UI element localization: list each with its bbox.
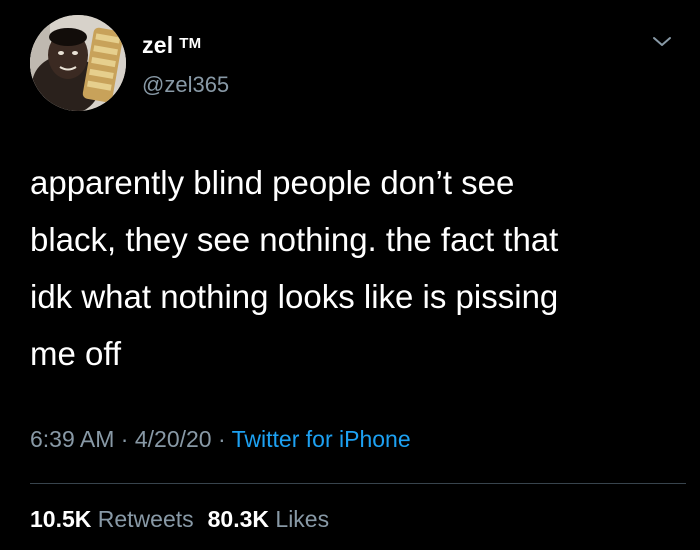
user-handle[interactable]: @zel365: [142, 72, 229, 98]
meta-separator: ·: [217, 426, 226, 452]
tweet-card: zel TM @zel365 apparently blind people do…: [0, 0, 700, 550]
meta-separator: ·: [120, 426, 129, 452]
likes-stat[interactable]: 80.3K Likes: [208, 506, 329, 532]
avatar[interactable]: [30, 15, 126, 111]
retweets-count: 10.5K: [30, 506, 92, 532]
tweet-text: apparently blind people don’t see black, …: [30, 154, 680, 382]
avatar-image: [30, 15, 126, 111]
tweet-date[interactable]: 4/20/20: [135, 426, 212, 452]
display-name-text: zel: [142, 32, 174, 58]
tweet-text-line: idk what nothing looks like is pissing: [30, 278, 559, 315]
tweet-text-line: me off: [30, 335, 122, 372]
tweet-text-line: apparently blind people don’t see: [30, 164, 515, 201]
tweet-text-line: black, they see nothing. the fact that: [30, 221, 559, 258]
tweet-meta: 6:39 AM · 4/20/20 · Twitter for iPhone: [30, 426, 411, 453]
tweet-source-link[interactable]: Twitter for iPhone: [232, 426, 411, 452]
display-name[interactable]: zel TM: [142, 32, 201, 59]
retweets-label: Retweets: [97, 506, 194, 532]
tweet-stats: 10.5K Retweets 80.3K Likes: [30, 506, 329, 533]
retweets-stat[interactable]: 10.5K Retweets: [30, 506, 194, 532]
tweet-time[interactable]: 6:39 AM: [30, 426, 114, 452]
likes-label: Likes: [275, 506, 330, 532]
divider: [30, 483, 686, 484]
chevron-down-icon[interactable]: [650, 34, 674, 50]
trademark-mark: TM: [179, 35, 202, 52]
likes-count: 80.3K: [207, 506, 270, 532]
